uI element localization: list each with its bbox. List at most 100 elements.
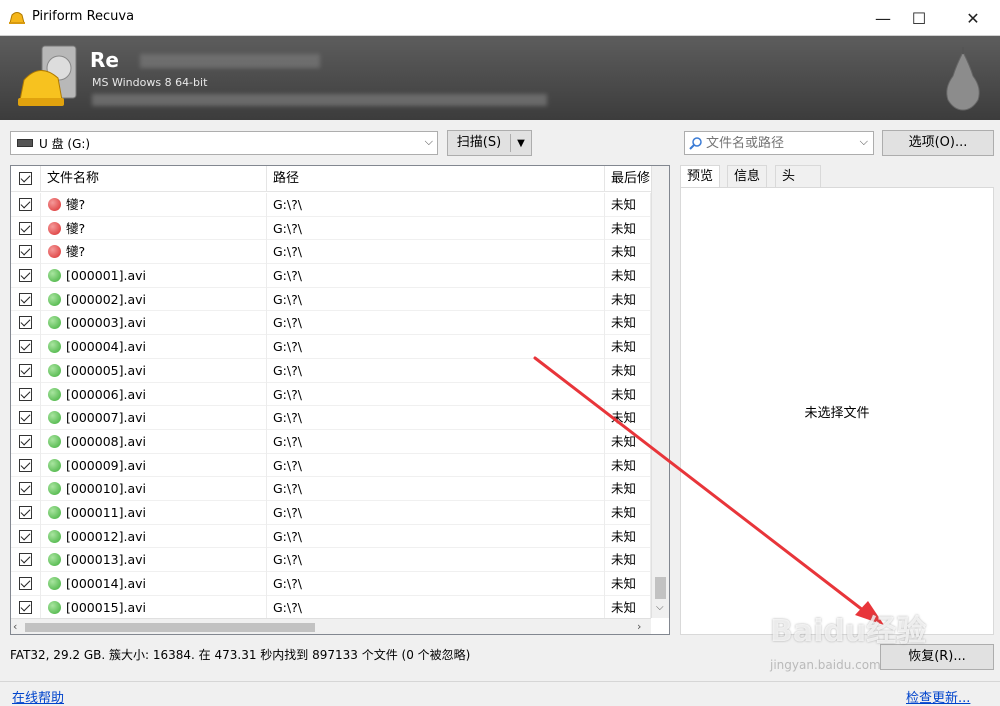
file-path: G:\?\ <box>267 477 605 501</box>
state-green-icon <box>48 363 61 377</box>
row-checkbox[interactable] <box>11 382 41 407</box>
tab-header[interactable]: 头 <box>775 165 821 188</box>
table-row[interactable]: [000005].avi G:\?\ 未知 <box>11 358 651 383</box>
column-header-name[interactable]: 文件名称 <box>41 166 267 192</box>
row-checkbox[interactable] <box>11 406 41 430</box>
file-name: 犪? <box>66 244 86 260</box>
column-header-modified[interactable]: 最后修 <box>605 166 651 192</box>
row-checkbox[interactable] <box>11 524 41 549</box>
drive-select[interactable]: U 盘 (G:) ⌵ <box>10 131 438 155</box>
state-green-icon <box>48 600 61 614</box>
file-name: [000002].avi <box>66 291 146 307</box>
redacted-text <box>140 54 320 68</box>
table-row[interactable]: 犪? G:\?\ 未知 <box>11 240 651 265</box>
baidu-watermark: Baidu经验 <box>770 614 927 649</box>
table-row[interactable]: [000014].avi G:\?\ 未知 <box>11 572 651 596</box>
row-checkbox[interactable] <box>11 595 41 620</box>
file-path: G:\?\ <box>267 335 605 359</box>
file-modified: 未知 <box>605 595 651 620</box>
table-row[interactable]: [000013].avi G:\?\ 未知 <box>11 548 651 572</box>
file-modified: 未知 <box>605 358 651 383</box>
check-updates-link[interactable]: 检查更新... <box>906 687 970 706</box>
file-path: G:\?\ <box>267 287 605 312</box>
file-modified: 未知 <box>605 193 651 217</box>
maximize-button[interactable]: ☐ <box>896 0 942 36</box>
scroll-thumb[interactable] <box>25 623 315 632</box>
table-row[interactable]: 犪? G:\?\ 未知 <box>11 216 651 241</box>
scroll-down-icon[interactable]: ⌵ <box>656 602 664 613</box>
row-checkbox[interactable] <box>11 453 41 478</box>
no-file-selected-message: 未选择文件 <box>804 406 870 421</box>
baidu-watermark-url: jingyan.baidu.com <box>770 658 881 672</box>
row-checkbox[interactable] <box>11 477 41 501</box>
state-green-icon <box>48 505 61 519</box>
tab-preview[interactable]: 预览 <box>680 165 721 189</box>
tab-info[interactable]: 信息 <box>727 165 768 188</box>
table-row[interactable]: [000002].avi G:\?\ 未知 <box>11 287 651 312</box>
file-name: [000006].avi <box>66 386 146 402</box>
row-checkbox[interactable] <box>11 216 41 241</box>
chevron-down-icon[interactable]: ⌵ <box>860 135 868 149</box>
file-modified: 未知 <box>605 311 651 336</box>
file-modified: 未知 <box>605 524 651 549</box>
table-row[interactable]: [000007].avi G:\?\ 未知 <box>11 406 651 430</box>
state-green-icon <box>48 458 61 472</box>
table-row[interactable]: 犪? G:\?\ 未知 <box>11 193 651 217</box>
table-row[interactable]: [000006].avi G:\?\ 未知 <box>11 382 651 407</box>
horizontal-scrollbar[interactable]: ‹ › <box>11 618 651 634</box>
file-path: G:\?\ <box>267 264 605 288</box>
chevron-down-icon: ⌵ <box>424 135 433 148</box>
file-path: G:\?\ <box>267 595 605 620</box>
scan-button[interactable]: 扫描(S) ▼ <box>447 130 532 156</box>
row-checkbox[interactable] <box>11 335 41 359</box>
file-name: [000005].avi <box>66 362 146 378</box>
file-modified: 未知 <box>605 216 651 241</box>
row-checkbox[interactable] <box>11 500 41 525</box>
row-checkbox[interactable] <box>11 548 41 572</box>
online-help-link[interactable]: 在线帮助 <box>12 687 64 706</box>
row-checkbox[interactable] <box>11 311 41 336</box>
scroll-right-icon[interactable]: › <box>637 620 641 633</box>
table-row[interactable]: [000003].avi G:\?\ 未知 <box>11 311 651 336</box>
row-checkbox[interactable] <box>11 572 41 596</box>
file-list: 文件名称 路径 最后修 犪? G:\?\ 未知 犪? G:\?\ 未知 犪? G:\?\ 未… <box>10 165 670 635</box>
scroll-thumb[interactable] <box>655 577 666 599</box>
table-row[interactable]: [000004].avi G:\?\ 未知 <box>11 335 651 359</box>
scan-dropdown-icon[interactable]: ▼ <box>511 138 531 149</box>
file-name: [000010].avi <box>66 481 146 497</box>
file-path: G:\?\ <box>267 358 605 383</box>
table-row[interactable]: [000008].avi G:\?\ 未知 <box>11 429 651 454</box>
scroll-left-icon[interactable]: ‹ <box>13 620 17 633</box>
app-header: Re MS Windows 8 64-bit <box>0 36 1000 120</box>
row-checkbox[interactable] <box>11 193 41 217</box>
file-path: G:\?\ <box>267 524 605 549</box>
file-path: G:\?\ <box>267 311 605 336</box>
vertical-scrollbar[interactable]: ⌵ <box>651 166 669 618</box>
file-modified: 未知 <box>605 453 651 478</box>
row-checkbox[interactable] <box>11 429 41 454</box>
table-row[interactable]: [000001].avi G:\?\ 未知 <box>11 264 651 288</box>
close-button[interactable]: ✕ <box>950 0 996 36</box>
state-red-icon <box>48 245 61 259</box>
file-path: G:\?\ <box>267 193 605 217</box>
row-checkbox[interactable] <box>11 240 41 265</box>
options-button[interactable]: 选项(O)... <box>882 130 994 156</box>
search-input[interactable] <box>706 135 856 151</box>
table-row[interactable]: [000015].avi G:\?\ 未知 <box>11 595 651 620</box>
file-modified: 未知 <box>605 429 651 454</box>
column-header-path[interactable]: 路径 <box>267 166 605 192</box>
file-path: G:\?\ <box>267 548 605 572</box>
table-row[interactable]: [000009].avi G:\?\ 未知 <box>11 453 651 478</box>
search-field[interactable]: ⌵ <box>684 131 874 155</box>
system-info: MS Windows 8 64-bit <box>92 76 208 89</box>
row-checkbox[interactable] <box>11 358 41 383</box>
row-checkbox[interactable] <box>11 287 41 312</box>
file-path: G:\?\ <box>267 216 605 241</box>
table-row[interactable]: [000010].avi G:\?\ 未知 <box>11 477 651 501</box>
table-row[interactable]: [000011].avi G:\?\ 未知 <box>11 500 651 525</box>
table-row[interactable]: [000012].avi G:\?\ 未知 <box>11 524 651 549</box>
row-checkbox[interactable] <box>11 264 41 288</box>
select-all-checkbox[interactable] <box>11 166 41 192</box>
file-path: G:\?\ <box>267 382 605 407</box>
file-name: [000011].avi <box>66 504 146 520</box>
